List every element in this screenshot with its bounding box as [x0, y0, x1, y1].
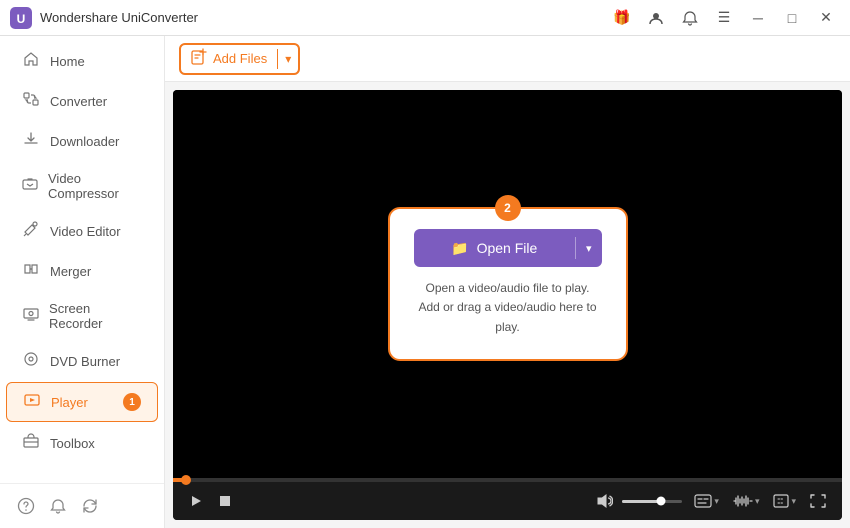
sidebar-item-video-compressor[interactable]: Video Compressor	[6, 162, 158, 210]
main-layout: Home Converter Downloader Video Compress…	[0, 36, 850, 528]
toolbox-icon	[22, 433, 40, 453]
sidebar: Home Converter Downloader Video Compress…	[0, 36, 165, 528]
player-icon	[23, 392, 41, 412]
play-button[interactable]	[185, 490, 207, 512]
player-area: 2 📁 Open File ▾ Open a video/audio file …	[173, 90, 842, 520]
caption-chevron: ▾	[714, 496, 719, 507]
video-screen: 2 📁 Open File ▾ Open a video/audio file …	[173, 90, 842, 478]
aspect-ratio-button[interactable]: ▾	[769, 492, 800, 510]
maximize-icon[interactable]: □	[778, 4, 806, 32]
user-icon[interactable]	[642, 4, 670, 32]
help-icon[interactable]	[12, 492, 40, 520]
caption-button[interactable]: ▾	[690, 492, 723, 510]
sidebar-item-toolbox-label: Toolbox	[50, 436, 95, 451]
sidebar-item-toolbox[interactable]: Toolbox	[6, 424, 158, 462]
sidebar-item-dvd-burner-label: DVD Burner	[50, 354, 120, 369]
volume-icon[interactable]	[593, 490, 617, 512]
progress-thumb	[181, 475, 191, 485]
stop-button[interactable]	[215, 491, 235, 511]
merger-icon	[22, 261, 40, 281]
sidebar-item-dvd-burner[interactable]: DVD Burner	[6, 342, 158, 380]
dropdown-chevron-icon: ▾	[285, 52, 291, 66]
add-files-label: Add Files	[213, 51, 267, 66]
add-files-button-main[interactable]: Add Files	[181, 45, 277, 73]
volume-thumb	[657, 497, 666, 506]
sidebar-item-converter-label: Converter	[50, 94, 107, 109]
sidebar-item-merger[interactable]: Merger	[6, 252, 158, 290]
open-file-label: Open File	[477, 240, 538, 256]
volume-slider[interactable]	[622, 500, 682, 503]
ratio-chevron: ▾	[791, 496, 796, 507]
svg-text:U: U	[17, 12, 26, 26]
dvd-burner-icon	[22, 351, 40, 371]
player-controls: ▾ ▾ ▾	[173, 482, 842, 520]
open-file-dialog: 2 📁 Open File ▾ Open a video/audio file …	[388, 207, 628, 361]
content-area: Add Files ▾ 2 📁 Open File	[165, 36, 850, 528]
progress-bar-container[interactable]	[173, 478, 842, 482]
sidebar-item-downloader[interactable]: Downloader	[6, 122, 158, 160]
bell-icon[interactable]	[44, 492, 72, 520]
downloader-icon	[22, 131, 40, 151]
right-controls: ▾ ▾ ▾	[690, 490, 830, 512]
titlebar: U Wondershare UniConverter 🎁 ☰ ─ □ ✕	[0, 0, 850, 36]
sidebar-item-home-label: Home	[50, 54, 85, 69]
step-badge: 2	[495, 195, 521, 221]
sidebar-item-home[interactable]: Home	[6, 42, 158, 80]
open-file-chevron-icon: ▾	[586, 242, 592, 255]
player-step-badge: 1	[123, 393, 141, 411]
open-file-hint: Open a video/audio file to play. Add or …	[414, 279, 602, 337]
volume-fill	[622, 500, 661, 503]
add-files-icon	[191, 48, 208, 69]
waveform-chevron: ▾	[755, 496, 760, 507]
screen-recorder-icon	[22, 306, 39, 326]
hint-line-2: Add or drag a video/audio here to play.	[414, 298, 602, 336]
app-title: Wondershare UniConverter	[40, 10, 608, 25]
fullscreen-button[interactable]	[806, 490, 830, 512]
hint-line-1: Open a video/audio file to play.	[414, 279, 602, 298]
volume-area	[593, 490, 682, 512]
open-file-button[interactable]: 📁 Open File ▾	[414, 229, 602, 267]
add-files-button[interactable]: Add Files ▾	[179, 43, 300, 75]
gift-icon[interactable]: 🎁	[608, 4, 636, 32]
open-file-button-main[interactable]: 📁 Open File	[414, 229, 575, 267]
video-editor-icon	[22, 221, 40, 241]
add-files-dropdown[interactable]: ▾	[278, 45, 298, 73]
app-logo: U	[10, 7, 32, 29]
sidebar-bottom	[0, 483, 164, 528]
toolbar: Add Files ▾	[165, 36, 850, 82]
open-file-icon: 📁	[451, 240, 468, 257]
sidebar-item-merger-label: Merger	[50, 264, 91, 279]
sidebar-item-video-editor-label: Video Editor	[50, 224, 121, 239]
sidebar-item-player-label: Player	[51, 395, 88, 410]
refresh-icon[interactable]	[76, 492, 104, 520]
sidebar-item-converter[interactable]: Converter	[6, 82, 158, 120]
home-icon	[22, 51, 40, 71]
converter-icon	[22, 91, 40, 111]
close-icon[interactable]: ✕	[812, 4, 840, 32]
notification-icon[interactable]	[676, 4, 704, 32]
open-file-dropdown[interactable]: ▾	[576, 229, 602, 267]
sidebar-item-screen-recorder-label: Screen Recorder	[49, 301, 142, 331]
sidebar-item-screen-recorder[interactable]: Screen Recorder	[6, 292, 158, 340]
sidebar-item-downloader-label: Downloader	[50, 134, 119, 149]
window-controls: 🎁 ☰ ─ □ ✕	[608, 4, 840, 32]
video-compressor-icon	[22, 176, 38, 196]
sidebar-item-video-editor[interactable]: Video Editor	[6, 212, 158, 250]
sidebar-item-player[interactable]: Player 1	[6, 382, 158, 422]
waveform-button[interactable]: ▾	[729, 492, 764, 510]
minimize-icon[interactable]: ─	[744, 4, 772, 32]
sidebar-item-video-compressor-label: Video Compressor	[48, 171, 142, 201]
menu-icon[interactable]: ☰	[710, 4, 738, 32]
